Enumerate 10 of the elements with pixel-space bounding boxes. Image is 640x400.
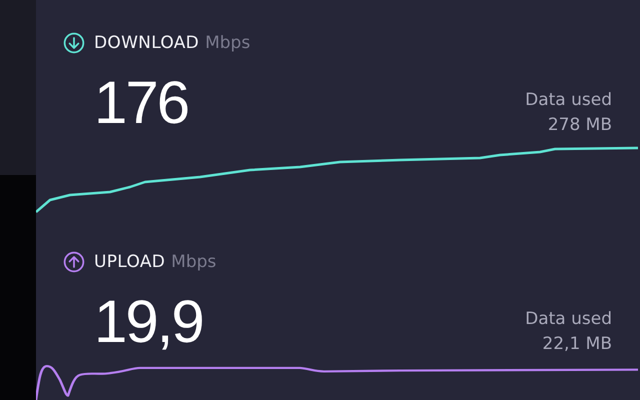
unit-label: Mbps [205,33,250,53]
speed-value: 19,9 [94,287,203,357]
data-used-value: 278 MB [548,114,612,137]
data-used-label: Data used [525,308,612,331]
speed-label: DOWNLOAD [94,33,200,53]
speed-value: 176 [94,68,188,138]
data-used-value: 22,1 MB [542,333,612,356]
data-used-label: Data used [525,89,612,112]
speed-label: UPLOAD [94,252,166,272]
unit-label: Mbps [171,252,216,272]
